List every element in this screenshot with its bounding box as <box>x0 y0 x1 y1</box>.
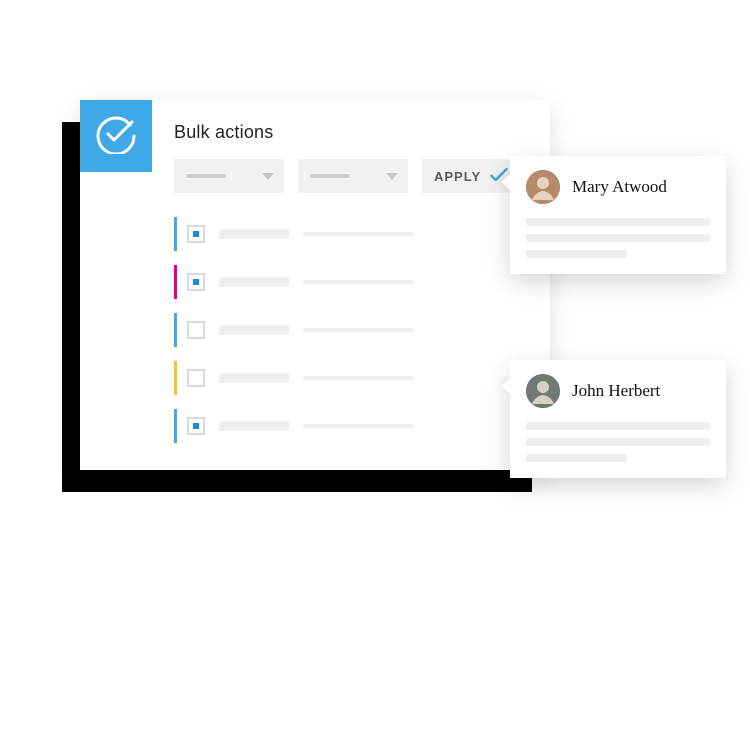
row-checkbox[interactable] <box>187 273 205 291</box>
checkbox-selected-icon <box>193 279 199 285</box>
contact-name: John Herbert <box>572 381 660 401</box>
checkbox-selected-icon <box>193 231 199 237</box>
panel-content: Bulk actions APPLY <box>152 100 550 470</box>
row-subtitle-placeholder <box>303 328 413 332</box>
list-item[interactable] <box>174 217 532 251</box>
dropdown-placeholder <box>186 174 226 178</box>
page-title: Bulk actions <box>174 122 532 143</box>
row-title-placeholder <box>219 325 289 335</box>
row-title-placeholder <box>219 421 289 431</box>
list-item[interactable] <box>174 265 532 299</box>
list-item[interactable] <box>174 313 532 347</box>
bulk-actions-panel: Bulk actions APPLY <box>80 100 550 470</box>
row-title-placeholder <box>219 373 289 383</box>
avatar <box>526 374 560 408</box>
contact-body <box>526 218 710 258</box>
row-subtitle-placeholder <box>303 232 413 236</box>
item-list <box>174 217 532 443</box>
row-subtitle-placeholder <box>303 376 413 380</box>
contact-card: John Herbert <box>510 360 726 478</box>
dropdown-placeholder <box>310 174 350 178</box>
contact-name: Mary Atwood <box>572 177 667 197</box>
row-checkbox[interactable] <box>187 225 205 243</box>
controls-row: APPLY <box>174 159 532 193</box>
row-subtitle-placeholder <box>303 280 413 284</box>
avatar <box>526 170 560 204</box>
row-checkbox[interactable] <box>187 321 205 339</box>
row-title-placeholder <box>219 277 289 287</box>
apply-label: APPLY <box>434 169 481 184</box>
list-item[interactable] <box>174 409 532 443</box>
filter-dropdown-1[interactable] <box>174 159 284 193</box>
chevron-down-icon <box>262 173 274 180</box>
checkmark-logo-icon <box>96 114 136 159</box>
chevron-down-icon <box>386 173 398 180</box>
row-checkbox[interactable] <box>187 369 205 387</box>
list-item[interactable] <box>174 361 532 395</box>
row-title-placeholder <box>219 229 289 239</box>
contact-card: Mary Atwood <box>510 156 726 274</box>
row-checkbox[interactable] <box>187 417 205 435</box>
row-subtitle-placeholder <box>303 424 413 428</box>
brand-logo <box>80 100 152 172</box>
contact-body <box>526 422 710 462</box>
filter-dropdown-2[interactable] <box>298 159 408 193</box>
checkbox-selected-icon <box>193 423 199 429</box>
